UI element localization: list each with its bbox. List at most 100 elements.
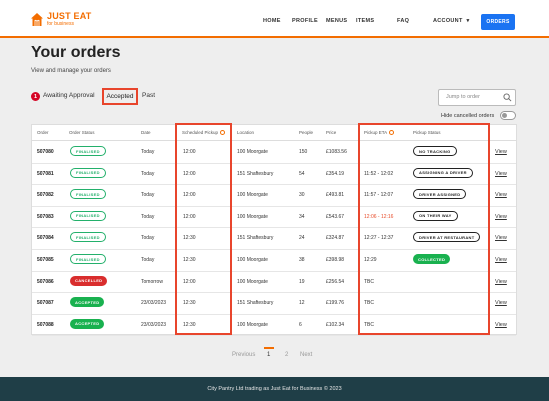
- order-status-badge: FINALISED: [70, 254, 106, 264]
- order-date: Today: [141, 149, 155, 155]
- people-count: 12: [299, 300, 305, 307]
- order-price: £543.67: [326, 213, 345, 220]
- awaiting-count-badge: 1: [31, 92, 40, 101]
- pagination-page-2[interactable]: 2: [285, 352, 288, 358]
- people-count: 150: [299, 149, 308, 155]
- tab-awaiting-approval[interactable]: Awaiting Approval: [43, 92, 95, 99]
- order-price: £354.19: [326, 170, 345, 177]
- orders-page: JUST EAT for business HOME PROFILE MENUS…: [0, 0, 549, 401]
- order-status-badge: ACCEPTED: [70, 318, 105, 329]
- order-date: Today: [141, 213, 155, 220]
- logo-wordmark: JUST EAT: [47, 11, 92, 21]
- people-count: 30: [299, 192, 305, 199]
- order-location: 100 Moorgate: [237, 257, 268, 263]
- order-price: £256.54: [326, 278, 345, 285]
- tab-accepted[interactable]: Accepted: [102, 88, 138, 105]
- people-count: 24: [299, 235, 305, 242]
- order-date: Today: [141, 192, 155, 199]
- order-location: 100 Moorgate: [237, 213, 268, 220]
- order-status-badge: FINALISED: [70, 189, 106, 200]
- header-order: Order: [37, 130, 49, 135]
- header-date: Date: [141, 130, 151, 135]
- order-status-badge: ACCEPTED: [70, 297, 105, 308]
- order-price: £1083.56: [326, 149, 347, 155]
- header-location: Location: [237, 130, 255, 135]
- people-count: 34: [299, 213, 305, 220]
- order-location: 100 Moorgate: [237, 278, 268, 285]
- nav-menus[interactable]: MENUS: [326, 18, 347, 24]
- order-number: 507083: [37, 213, 54, 220]
- nav-items[interactable]: ITEMS: [356, 18, 374, 24]
- jump-to-order-search[interactable]: Jump to order: [438, 89, 516, 106]
- house-logo-icon: [31, 13, 43, 26]
- order-price: £493.81: [326, 192, 345, 199]
- order-location: 151 Shaftesbury: [237, 235, 274, 242]
- order-location: 100 Moorgate: [237, 149, 268, 155]
- hide-cancelled-label: Hide cancelled orders: [441, 113, 495, 119]
- chevron-down-icon: ▾: [466, 18, 470, 24]
- header-price: Price: [326, 130, 337, 135]
- nav-profile[interactable]: PROFILE: [292, 18, 318, 24]
- nav-faq[interactable]: FAQ: [397, 18, 409, 24]
- tab-past[interactable]: Past: [142, 92, 155, 99]
- order-number: 507087: [37, 300, 54, 307]
- view-order-link[interactable]: View: [495, 279, 507, 285]
- order-status-badge: FINALISED: [70, 210, 106, 221]
- order-price: £102.34: [326, 321, 345, 328]
- just-eat-logo[interactable]: JUST EAT for business: [30, 12, 91, 27]
- order-price: £398.98: [326, 257, 345, 263]
- order-date: 23/03/2023: [141, 321, 167, 328]
- order-price: £199.76: [326, 300, 345, 307]
- current-page-indicator: [264, 347, 274, 349]
- view-order-link[interactable]: View: [495, 300, 507, 306]
- nav-home[interactable]: HOME: [263, 18, 281, 24]
- toggle-knob: [502, 113, 507, 118]
- view-order-link[interactable]: View: [495, 192, 507, 198]
- orders-button[interactable]: ORDERS: [481, 14, 515, 30]
- order-location: 151 Shaftesbury: [237, 300, 274, 307]
- hide-cancelled-toggle[interactable]: [500, 111, 516, 120]
- nav-account-label: ACCOUNT: [433, 18, 463, 24]
- order-date: 23/03/2023: [141, 300, 167, 307]
- order-location: 100 Moorgate: [237, 321, 268, 328]
- search-icon: [503, 93, 512, 102]
- order-number: 507088: [37, 321, 54, 328]
- view-order-link[interactable]: View: [495, 322, 507, 328]
- order-number: 507080: [37, 149, 54, 155]
- footer-text: City Pantry Ltd trading as Just Eat for …: [207, 386, 342, 392]
- logo-tagline: for business: [47, 21, 74, 27]
- order-number: 507085: [37, 257, 54, 263]
- header-order-status: Order Status: [69, 130, 95, 135]
- page-footer: City Pantry Ltd trading as Just Eat for …: [0, 377, 549, 401]
- order-number: 507081: [37, 170, 54, 177]
- order-number: 507082: [37, 192, 54, 199]
- view-order-link[interactable]: View: [495, 149, 507, 155]
- page-title: Your orders: [31, 44, 121, 61]
- order-price: £324.87: [326, 235, 345, 242]
- pagination-next[interactable]: Next: [300, 352, 312, 358]
- nav-account[interactable]: ACCOUNT ▾: [433, 18, 470, 24]
- order-date: Tomorrow: [141, 278, 163, 285]
- search-placeholder: Jump to order: [446, 94, 480, 100]
- highlight-pickup-eta-status: [358, 123, 490, 335]
- view-order-link[interactable]: View: [495, 214, 507, 220]
- order-status-badge: CANCELLED: [70, 275, 108, 286]
- order-status-badge: FINALISED: [70, 146, 106, 156]
- pagination-previous[interactable]: Previous: [232, 352, 255, 358]
- people-count: 19: [299, 278, 305, 285]
- people-count: 6: [299, 321, 302, 328]
- people-count: 54: [299, 170, 305, 177]
- view-order-link[interactable]: View: [495, 171, 507, 177]
- order-date: Today: [141, 170, 155, 177]
- view-order-link[interactable]: View: [495, 235, 507, 241]
- pagination-page-1[interactable]: 1: [267, 352, 270, 358]
- page-subtitle: View and manage your orders: [31, 68, 111, 74]
- order-date: Today: [141, 257, 155, 263]
- view-order-link[interactable]: View: [495, 257, 507, 263]
- order-status-badge: FINALISED: [70, 232, 106, 243]
- people-count: 38: [299, 257, 305, 263]
- order-number: 507086: [37, 278, 54, 285]
- order-status-badge: FINALISED: [70, 167, 106, 178]
- order-location: 151 Shaftesbury: [237, 170, 274, 177]
- order-number: 507084: [37, 235, 54, 242]
